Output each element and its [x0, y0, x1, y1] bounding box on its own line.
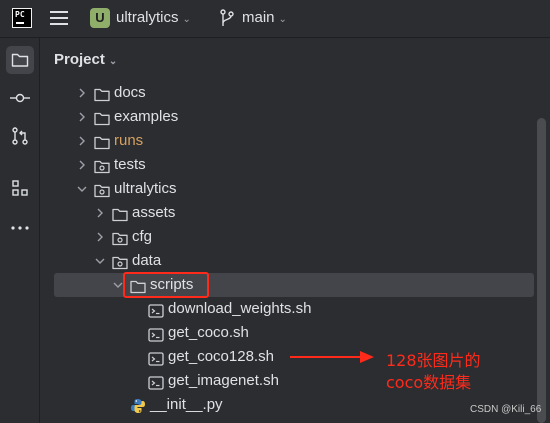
tree-row[interactable]: data: [40, 249, 520, 273]
app-logo-text: PC: [15, 10, 25, 19]
package-folder-icon: [112, 254, 128, 270]
more-tools-button[interactable]: [6, 214, 34, 242]
shell-script-icon: [148, 374, 164, 390]
tree-item-label: __init__.py: [150, 396, 223, 413]
chevron-right-icon[interactable]: [76, 153, 88, 177]
tree-item-label: docs: [114, 84, 146, 101]
tree-item-label: examples: [114, 108, 179, 125]
tree-item-label: cfg: [132, 228, 153, 245]
tree-row[interactable]: download_weights.sh: [40, 297, 520, 321]
annotation-highlight-box: [123, 272, 209, 298]
tree-item-label: get_coco128.sh: [168, 348, 274, 365]
folder-icon: [11, 53, 29, 67]
project-badge[interactable]: U: [90, 8, 110, 28]
tree-row[interactable]: examples: [40, 105, 520, 129]
structure-icon: [12, 180, 28, 196]
chevron-right-icon[interactable]: [76, 105, 88, 129]
annotation-line-2: coco数据集: [386, 373, 472, 392]
annotation-arrow: [290, 351, 374, 363]
tree-row[interactable]: get_coco.sh: [40, 321, 520, 345]
project-view-selector[interactable]: Project ⌄: [54, 49, 117, 73]
annotation-text: 128张图片的 coco数据集: [386, 350, 481, 394]
chevron-down-icon: ⌄: [278, 14, 287, 25]
tree-item-label: data: [132, 252, 162, 269]
chevron-right-icon[interactable]: [76, 129, 88, 153]
folder-icon: [94, 134, 110, 150]
annotation-line-1: 128张图片的: [386, 351, 481, 370]
folder-icon: [94, 110, 110, 126]
title-bar: PC U ultralytics ⌄ main ⌄: [0, 0, 550, 38]
tree-item-label: get_imagenet.sh: [168, 372, 279, 389]
tree-item-label: ultralytics: [114, 180, 177, 197]
pull-request-icon: [12, 127, 28, 145]
shell-script-icon: [148, 302, 164, 318]
package-folder-icon: [94, 158, 110, 174]
chevron-right-icon[interactable]: [94, 201, 106, 225]
folder-icon: [94, 86, 110, 102]
pull-requests-tool-button[interactable]: [6, 122, 34, 150]
tree-row[interactable]: docs: [40, 81, 520, 105]
shell-script-icon: [148, 326, 164, 342]
tree-row[interactable]: ultralytics: [40, 177, 520, 201]
tree-item-label: tests: [114, 156, 146, 173]
git-branch-icon: [220, 9, 234, 26]
tree-row[interactable]: assets: [40, 201, 520, 225]
panel-title: Project: [54, 51, 105, 68]
chevron-right-icon[interactable]: [76, 81, 88, 105]
tree-row[interactable]: runs: [40, 129, 520, 153]
tree-item-label: download_weights.sh: [168, 300, 312, 317]
tree-item-label: get_coco.sh: [168, 324, 249, 341]
tool-window-strip: [0, 38, 40, 423]
tree-row[interactable]: __init__.py: [40, 393, 520, 417]
project-selector[interactable]: ultralytics ⌄: [116, 8, 191, 30]
shell-script-icon: [148, 350, 164, 366]
folder-icon: [112, 206, 128, 222]
chevron-down-icon[interactable]: [94, 249, 106, 273]
structure-tool-button[interactable]: [6, 174, 34, 202]
project-name: ultralytics: [116, 9, 179, 26]
branch-selector[interactable]: main ⌄: [242, 8, 287, 30]
package-folder-icon: [94, 182, 110, 198]
pycharm-logo-icon: PC: [12, 8, 32, 28]
chevron-right-icon[interactable]: [94, 225, 106, 249]
main-menu-icon[interactable]: [50, 11, 68, 27]
chevron-down-icon[interactable]: [76, 177, 88, 201]
vertical-scrollbar[interactable]: [537, 118, 546, 423]
tree-item-label: assets: [132, 204, 176, 221]
tree-row[interactable]: cfg: [40, 225, 520, 249]
commit-tool-button[interactable]: [6, 84, 34, 112]
tree-row[interactable]: tests: [40, 153, 520, 177]
chevron-down-icon: ⌄: [108, 56, 118, 67]
chevron-down-icon: ⌄: [182, 14, 191, 25]
python-file-icon: [130, 398, 146, 413]
commit-icon: [10, 93, 30, 103]
tree-item-label: runs: [114, 132, 144, 149]
package-folder-icon: [112, 230, 128, 246]
more-icon: [11, 226, 29, 230]
watermark: CSDN @Kili_66: [470, 404, 542, 415]
project-tool-button[interactable]: [6, 46, 34, 74]
branch-name: main: [242, 9, 275, 26]
